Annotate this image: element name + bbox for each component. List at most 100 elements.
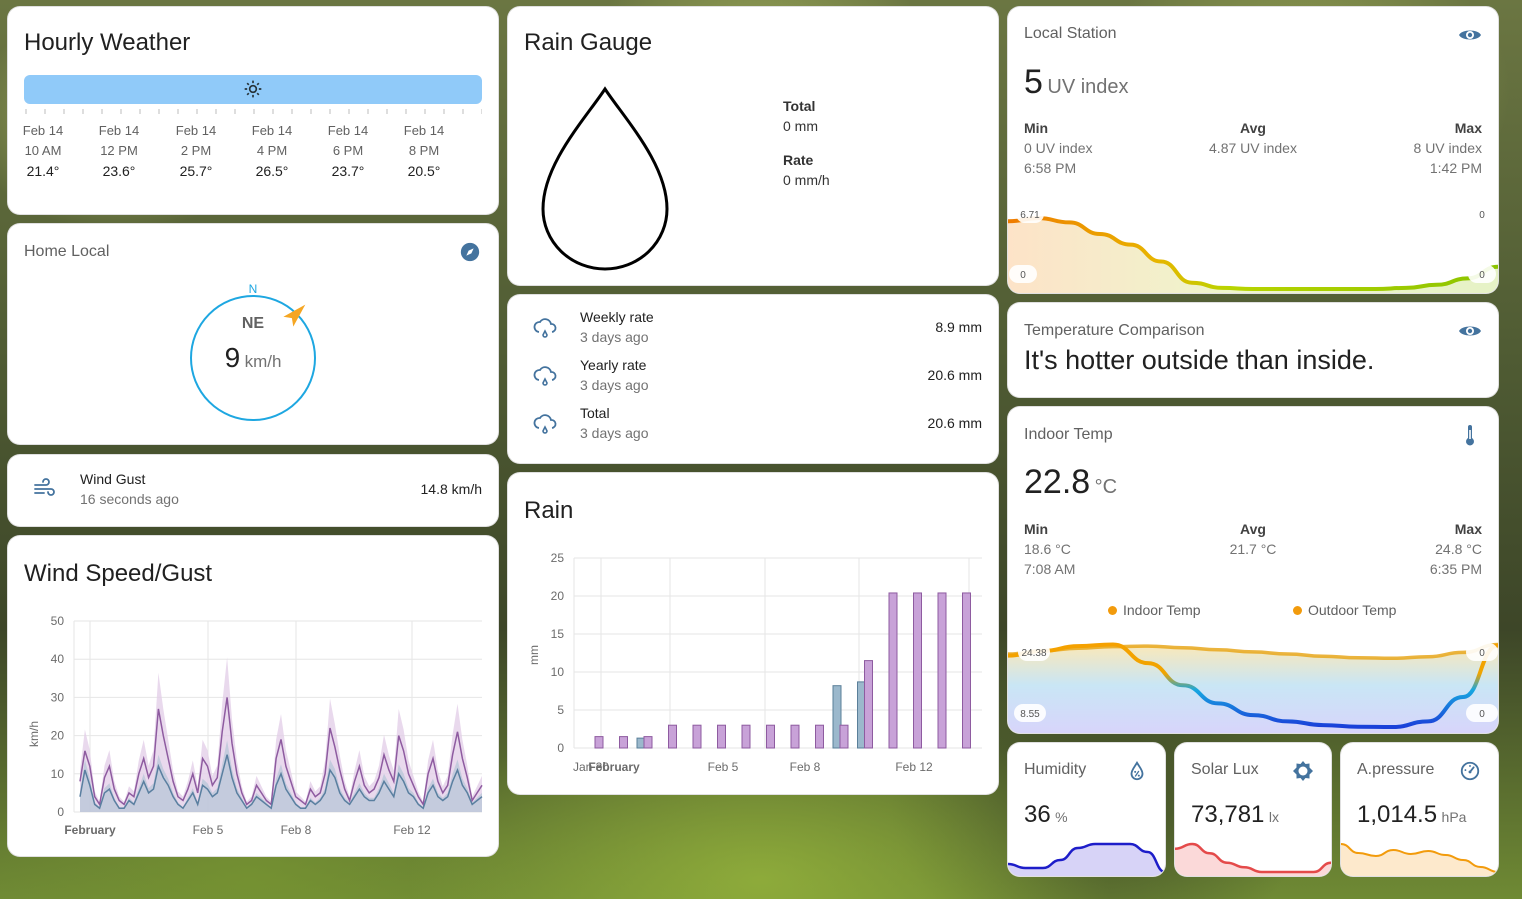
- temperature-comparison-card[interactable]: Temperature Comparison It's hotter outsi…: [1008, 303, 1498, 397]
- gauge-icon[interactable]: [1459, 760, 1481, 782]
- solar-lux-card[interactable]: Solar Lux 73,781 lx: [1175, 743, 1331, 876]
- forecast-hour: Feb 14 4 PM 26.5°: [251, 123, 293, 179]
- weekly-rate-value: 8.9 mm: [935, 319, 982, 335]
- rain-y-tick: 15: [551, 627, 565, 641]
- forecast-hour: Feb 14 8 PM 20.5°: [403, 123, 445, 179]
- forecast-hour: Feb 14 6 PM 23.7°: [327, 123, 369, 179]
- wind-chart-title: Wind Speed/Gust: [24, 560, 213, 587]
- rain-gauge-rate-label: Rate: [783, 152, 814, 168]
- compass-north-label: N: [249, 282, 258, 296]
- rain-bar: [962, 592, 971, 749]
- indoor-temp-avg: Avg 21.7 °C: [1229, 521, 1277, 557]
- rain-x-tick: Feb 8: [790, 760, 821, 774]
- humidity-graph: [1008, 842, 1165, 876]
- weekly-rate-updated: 3 days ago: [580, 329, 649, 345]
- wind-direction-arrow-icon: [283, 304, 306, 327]
- rain-y-axis-label: mm: [527, 645, 541, 665]
- rain-chart-card[interactable]: Rain mm 25 20 15 10 5 0 Jan 30 February Feb 5 Fe…: [508, 473, 998, 794]
- rain-total-value: 20.6 mm: [927, 415, 982, 431]
- indoor-temp-min: Min 18.6 °C 7:08 AM: [1024, 521, 1076, 577]
- eye-icon[interactable]: [1458, 319, 1482, 343]
- eye-icon[interactable]: [1458, 23, 1482, 47]
- rain-bar: [888, 592, 898, 749]
- wind-gust-updated: 16 seconds ago: [80, 491, 179, 507]
- rain-x-tick: February: [588, 760, 640, 774]
- wind-y-tick: 0: [57, 805, 64, 819]
- graph-bound-label: 0: [1020, 270, 1026, 281]
- uv-max: Max 8 UV index 1:42 PM: [1413, 120, 1482, 176]
- yearly-rate-row[interactable]: Yearly rate 3 days ago 20.6 mm: [524, 355, 982, 403]
- rain-gauge-rate-value: 0 mm/h: [783, 172, 830, 188]
- forecast-hour: Feb 14 2 PM 25.7°: [175, 123, 217, 179]
- rain-bar: [790, 724, 800, 749]
- rain-total-updated: 3 days ago: [580, 425, 649, 441]
- hourly-weather-card[interactable]: Hourly Weather Feb 14 10 AM 21.4° Feb 14 12…: [8, 7, 498, 214]
- rain-gauge-total-value: 0 mm: [783, 118, 818, 134]
- indoor-temp-legend-indoor[interactable]: Indoor Temp: [1108, 602, 1201, 618]
- rain-bar: [692, 724, 702, 749]
- home-local-title: Home Local: [24, 243, 110, 260]
- weekly-rate-name: Weekly rate: [580, 309, 654, 325]
- rain-total-row[interactable]: Total 3 days ago 20.6 mm: [524, 403, 982, 451]
- uv-area: [1008, 218, 1498, 293]
- wind-speed-gust-card[interactable]: Wind Speed/Gust km/h 50 40 30 20 10 0 Februar…: [8, 536, 498, 856]
- wind-gust-card[interactable]: Wind Gust 16 seconds ago 14.8 km/h: [8, 455, 498, 526]
- pressure-value: 1,014.5: [1357, 801, 1438, 828]
- rain-y-tick: 20: [551, 589, 565, 603]
- wind-y-tick: 40: [51, 652, 65, 666]
- water-percent-icon[interactable]: [1126, 760, 1148, 782]
- graph-bound-label: 0: [1479, 648, 1485, 659]
- indoor-temp-card[interactable]: Indoor Temp 22.8 °C Min 18.6 °C 7:08 AM Av…: [1008, 407, 1498, 733]
- home-local-card[interactable]: Home Local N NE 9 km/h: [8, 224, 498, 444]
- rain-y-tick: 0: [557, 741, 564, 755]
- indoor-temp-title: Indoor Temp: [1024, 426, 1113, 443]
- wind-icon: [34, 478, 55, 496]
- forecast-ticks: [25, 109, 482, 114]
- rain-gauge-title: Rain Gauge: [524, 29, 653, 56]
- humidity-title: Humidity: [1024, 761, 1087, 778]
- wind-x-tick: Feb 5: [193, 823, 224, 837]
- wind-x-tick: Feb 8: [281, 823, 312, 837]
- wind-gust-entity-row[interactable]: Wind Gust 16 seconds ago 14.8 km/h: [24, 469, 482, 517]
- uv-avg: Avg 4.87 UV index: [1209, 120, 1297, 156]
- humidity-card[interactable]: Humidity 36 %: [1008, 743, 1165, 876]
- wind-speed-gust-chart: km/h 50 40 30 20 10 0 February Feb 5 Feb 8 Feb 1…: [27, 614, 483, 837]
- pressure-state: 1,014.5 hPa: [1357, 801, 1466, 829]
- pressure-title: A.pressure: [1357, 761, 1435, 778]
- wind-speed-value: 9: [224, 342, 241, 373]
- rain-bar: [668, 724, 677, 749]
- indoor-temp-legend-outdoor[interactable]: Outdoor Temp: [1293, 602, 1396, 618]
- rain-bar: [741, 724, 751, 749]
- brightness-icon[interactable]: [1291, 759, 1315, 783]
- uv-unit: UV index: [1047, 76, 1129, 98]
- rain-total-name: Total: [580, 405, 610, 421]
- rain-bar: [937, 592, 947, 749]
- forecast-hour: Feb 14 12 PM 23.6°: [98, 123, 140, 179]
- solar-lux-unit: lx: [1268, 809, 1279, 825]
- rain-y-tick: 5: [557, 703, 564, 717]
- rain-gauge-card[interactable]: Rain Gauge Total 0 mm Rate 0 mm/h: [508, 7, 998, 285]
- temperature-comparison-title: Temperature Comparison: [1024, 322, 1205, 339]
- solar-lux-graph: [1175, 842, 1331, 876]
- rain-gauge-total-label: Total: [783, 98, 816, 114]
- weather-pouring-icon: [533, 318, 557, 338]
- rain-y-tick: 10: [551, 665, 565, 679]
- rain-bar: [815, 724, 824, 749]
- compass-icon[interactable]: [459, 241, 481, 263]
- weekly-rate-row[interactable]: Weekly rate 3 days ago 8.9 mm: [524, 307, 982, 355]
- pressure-card[interactable]: A.pressure 1,014.5 hPa: [1341, 743, 1498, 876]
- uv-state: 5 UV index: [1024, 63, 1129, 102]
- thermometer-icon[interactable]: [1458, 424, 1482, 448]
- rain-rates-card[interactable]: Weekly rate 3 days ago 8.9 mm Yearly rat…: [508, 295, 998, 463]
- graph-bound-label: 0: [1479, 709, 1485, 720]
- humidity-unit: %: [1055, 809, 1068, 825]
- wind-direction: NE: [242, 315, 265, 332]
- graph-bound-label: 0: [1479, 270, 1485, 281]
- solar-lux-value: 73,781: [1191, 801, 1265, 828]
- local-station-card[interactable]: Local Station 5 UV index Min 0 UV index 6:…: [1008, 7, 1498, 293]
- solar-lux-title: Solar Lux: [1191, 761, 1259, 778]
- rain-bar: [864, 660, 873, 749]
- rain-bar: [594, 736, 604, 749]
- humidity-state: 36 %: [1024, 801, 1068, 829]
- wind-y-tick: 20: [51, 729, 65, 743]
